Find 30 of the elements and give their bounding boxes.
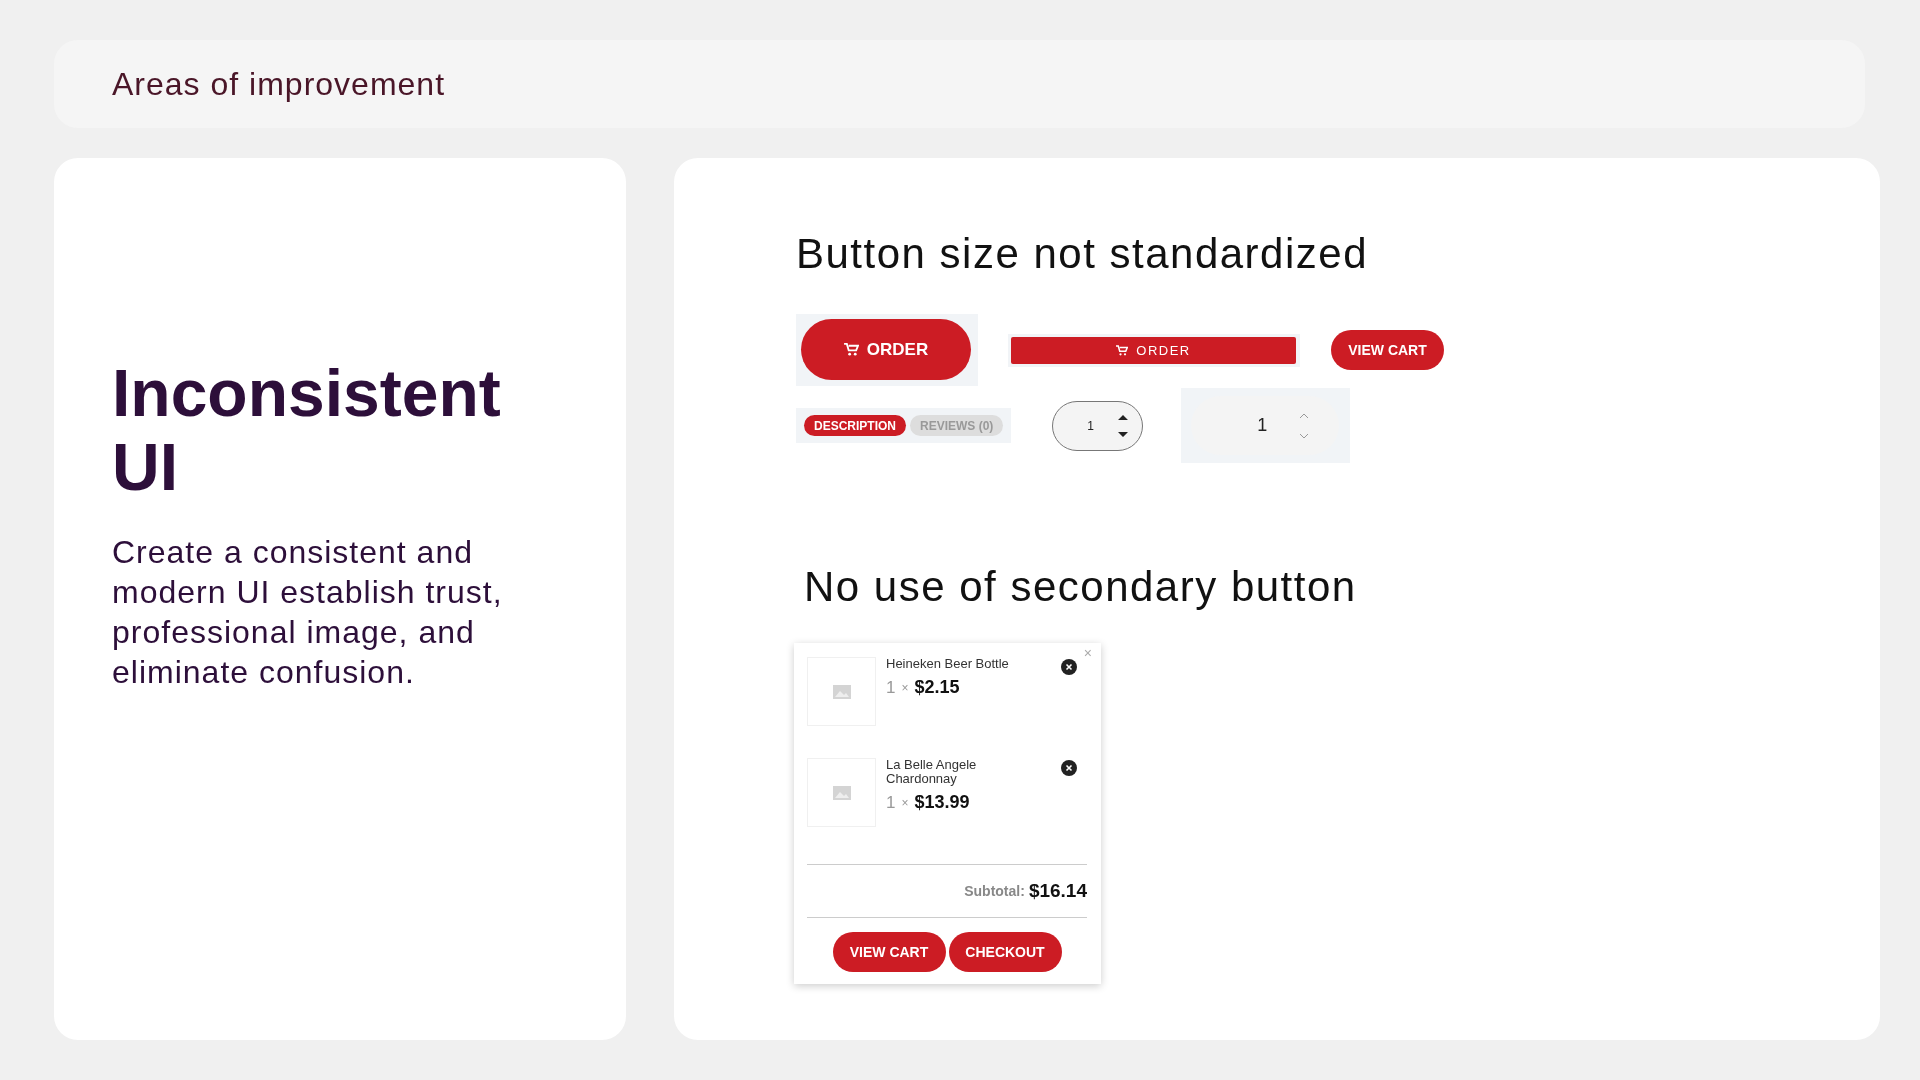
quantity: 1 [886, 792, 896, 813]
price: $13.99 [914, 792, 970, 813]
image-icon [832, 785, 851, 800]
product-name[interactable]: Heineken Beer Bottle [886, 657, 1016, 671]
price: $2.15 [914, 677, 960, 698]
remove-icon[interactable] [1061, 659, 1077, 675]
cart-icon [843, 343, 859, 356]
order-button[interactable]: ORDER [1011, 336, 1296, 364]
page-title: Areas of improvement [112, 65, 445, 103]
image-icon [832, 684, 851, 699]
order-button[interactable]: ORDER [801, 319, 971, 380]
cart-icon [1116, 344, 1129, 356]
quantity: 1 [886, 677, 896, 698]
up-down-arrows-icon [1118, 413, 1129, 438]
times-sign: × [901, 680, 909, 695]
times-sign: × [901, 795, 909, 810]
intro-text: Create a consistent and modern UI establish trust, professional image, and eliminate confusion. [112, 533, 504, 692]
section-heading: Button size not standardized [796, 230, 1368, 278]
cart-button[interactable]: VIEW CART [832, 932, 946, 972]
subtotal-amount: $16.14 [1028, 880, 1087, 902]
cart-button[interactable]: CHECKOUT [948, 932, 1062, 972]
quantity-field[interactable]: 1 [1052, 400, 1144, 451]
tab[interactable]: DESCRIPTION [804, 415, 906, 436]
product-name[interactable]: La Belle Angele Chardonnay [886, 758, 1016, 786]
remove-icon[interactable] [1061, 760, 1077, 776]
view-cart-button[interactable]: VIEW CART [1331, 330, 1444, 370]
up-down-chevrons-icon [1299, 411, 1310, 440]
subtotal-label: Subtotal: [964, 883, 1025, 899]
section-heading: No use of secondary button [804, 563, 1357, 611]
intro-title: Inconsistent UI [112, 356, 502, 504]
